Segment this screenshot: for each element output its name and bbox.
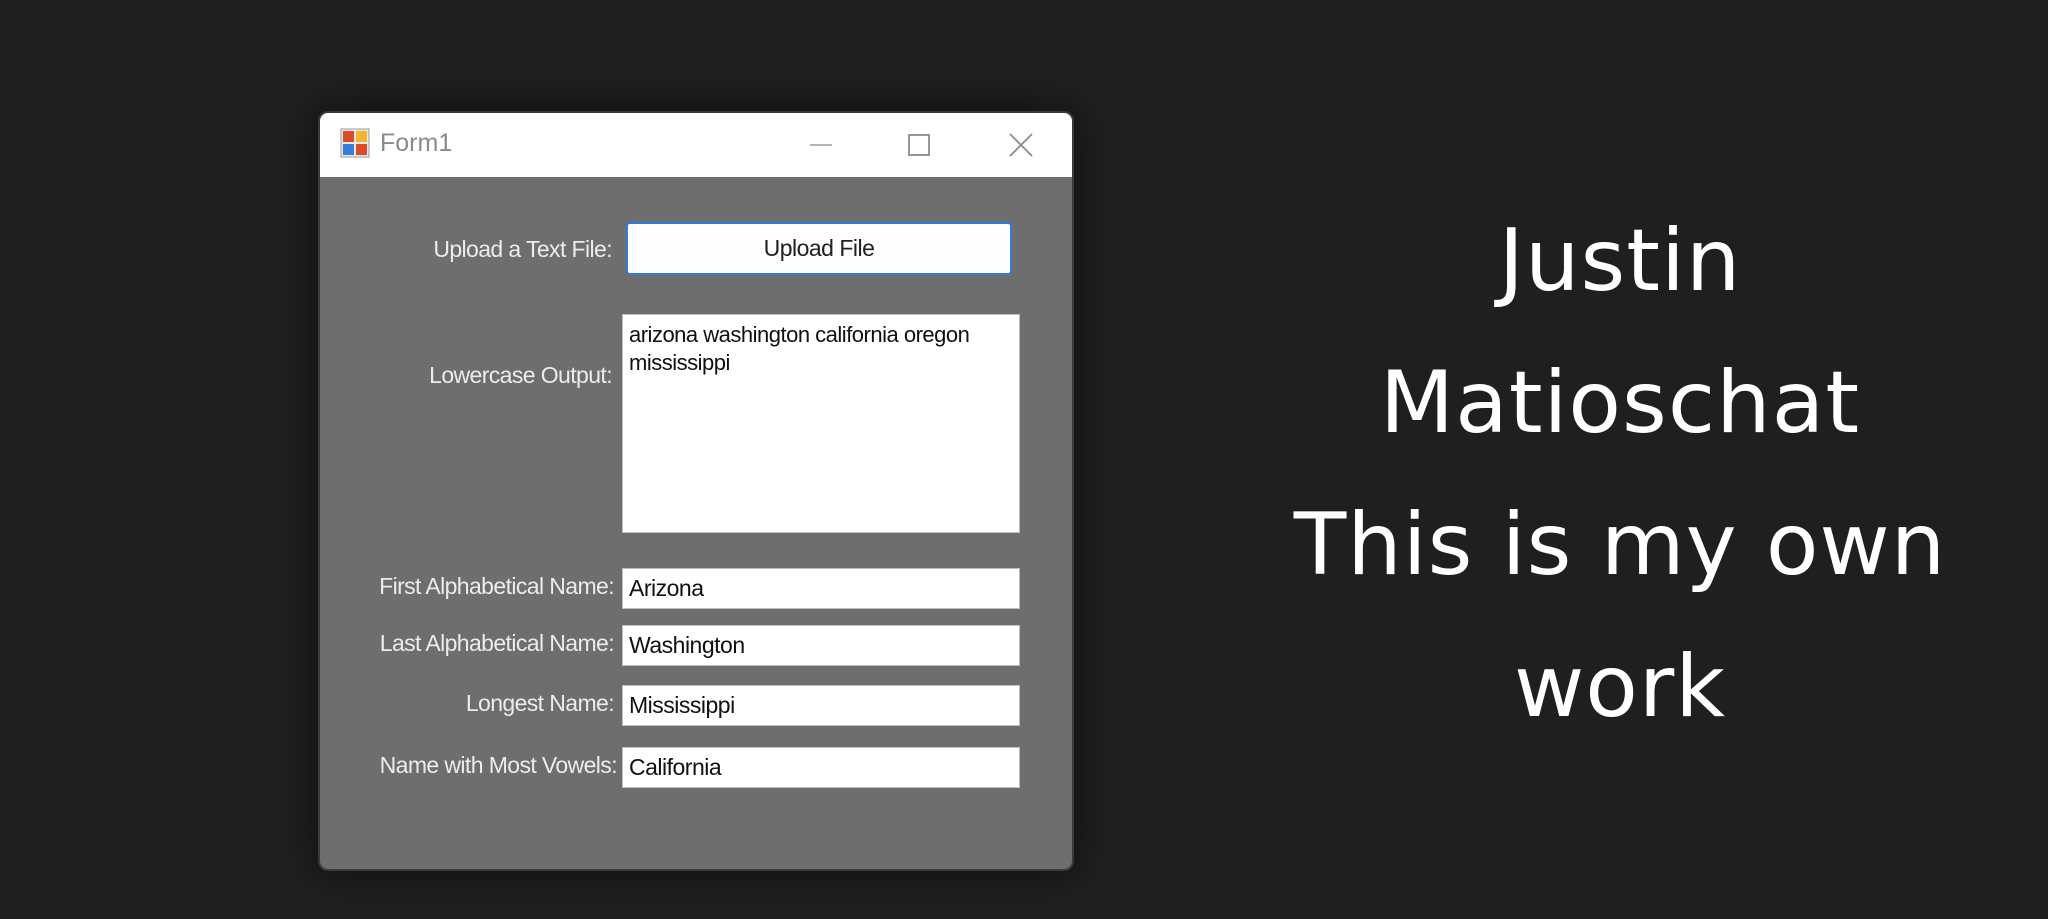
lowercase-output-line: arizona washington california oregon — [629, 322, 970, 347]
upload-label: Upload a Text File: — [433, 236, 612, 262]
first-alphabetical-field[interactable]: Arizona — [622, 568, 1020, 609]
window-title: Form1 — [380, 129, 453, 157]
most-vowels-label: Name with Most Vowels: — [379, 752, 618, 778]
statement-line: This is my own — [1293, 495, 1947, 595]
title-bar[interactable]: Form1 — [320, 113, 1072, 177]
lowercase-output-textbox[interactable]: arizona washington california oregon mis… — [622, 314, 1020, 533]
close-icon — [1009, 133, 1033, 157]
upload-file-button[interactable]: Upload File — [626, 222, 1012, 275]
close-button[interactable] — [972, 113, 1070, 177]
maximize-icon — [908, 134, 930, 156]
lowercase-output-label: Lowercase Output: — [429, 362, 612, 388]
last-alphabetical-field[interactable]: Washington — [622, 625, 1020, 666]
maximize-button[interactable] — [870, 113, 968, 177]
first-alphabetical-label: First Alphabetical Name: — [379, 573, 614, 599]
author-first-name: Justin — [1498, 211, 1742, 311]
most-vowels-field[interactable]: California — [622, 747, 1020, 788]
lowercase-output-line: mississippi — [629, 350, 730, 375]
longest-name-label: Longest Name: — [465, 690, 615, 716]
minimize-icon — [810, 144, 832, 146]
form-window: Form1 Upload a Text File: Upload File Lo… — [318, 111, 1074, 871]
last-alphabetical-label: Last Alphabetical Name: — [379, 630, 615, 656]
longest-name-field[interactable]: Mississippi — [622, 685, 1020, 726]
author-statement: Justin Matioschat This is my own work — [1240, 190, 2000, 758]
minimize-button[interactable] — [772, 113, 870, 177]
app-icon — [340, 128, 370, 158]
statement-line: work — [1513, 637, 1727, 737]
author-last-name: Matioschat — [1379, 353, 1861, 453]
